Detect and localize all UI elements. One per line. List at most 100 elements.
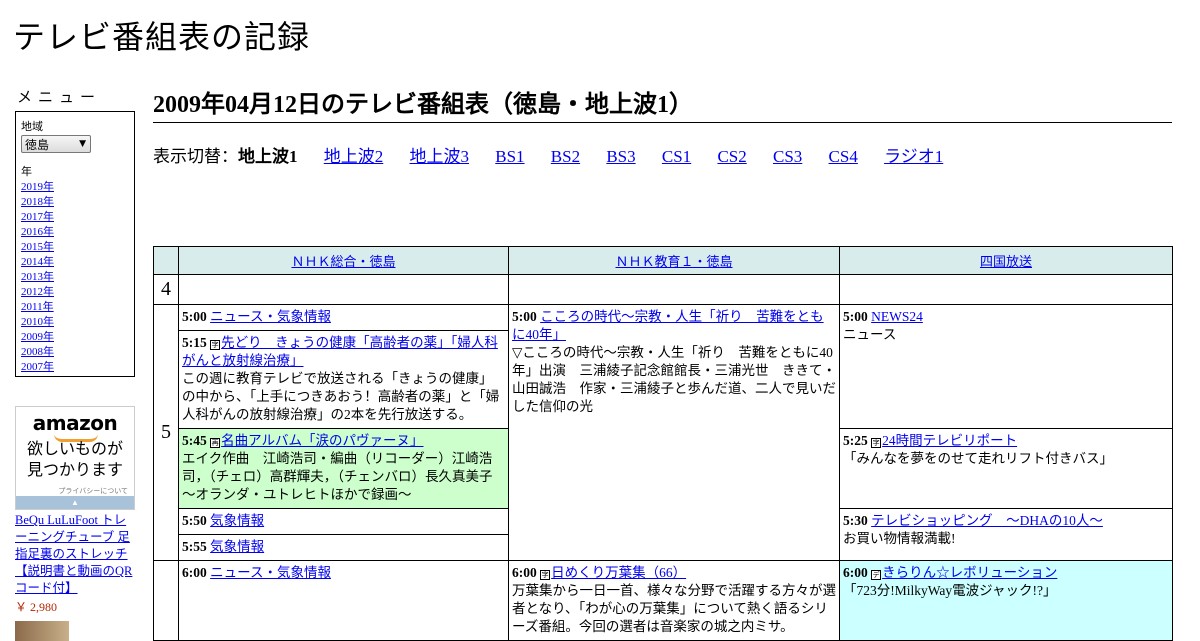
empty-slot bbox=[178, 274, 509, 305]
program-title-link[interactable]: こころの時代～宗教・人生「祈り 苦難をともに40年」 bbox=[512, 309, 824, 342]
year-link[interactable]: 2018年 bbox=[21, 196, 54, 208]
ad-product-image[interactable] bbox=[15, 621, 69, 641]
page-heading: 2009年04月12日のテレビ番組表（徳島・地上波1） bbox=[153, 80, 1172, 123]
channel-link[interactable]: ＮＨＫ教育１・徳島 bbox=[615, 254, 732, 269]
stereo-icon: 字 bbox=[540, 570, 551, 580]
year-link[interactable]: 2015年 bbox=[21, 241, 54, 253]
program-cell: 5:50 気象情報 bbox=[178, 508, 509, 535]
ad-tagline-line: 見つかります bbox=[26, 460, 123, 479]
year-item: 2019年 bbox=[21, 180, 129, 195]
program-title-link[interactable]: テレビショッピング ～DHAの10人～ bbox=[871, 513, 1103, 528]
ad-product-link[interactable]: BeQu LuLuFoot トレーニングチューブ 足指足裏のストレッチ【説明書と… bbox=[15, 513, 132, 595]
year-link[interactable]: 2009年 bbox=[21, 331, 54, 343]
year-link[interactable]: 2016年 bbox=[21, 226, 54, 238]
stereo-icon: 字 bbox=[871, 438, 882, 448]
year-item: 2017年 bbox=[21, 210, 129, 225]
program-title-link[interactable]: きらりん☆レボリューション bbox=[882, 565, 1057, 580]
program-description: 「723分!MilkyWay電波ジャック!?」 bbox=[843, 583, 1057, 598]
switch-link[interactable]: CS4 bbox=[829, 147, 858, 166]
program-title-link[interactable]: 気象情報 bbox=[210, 539, 264, 554]
switch-link[interactable]: CS2 bbox=[717, 147, 746, 166]
region-select[interactable]: 徳島 ▼ bbox=[21, 135, 91, 153]
ad-collapse-bar[interactable]: ▲ bbox=[16, 496, 134, 509]
switch-link[interactable]: BS2 bbox=[551, 147, 580, 166]
program-description: エイク作曲 江崎浩司・編曲（リコーダー）江崎浩司，（チェロ）高群輝夫，（チェンバ… bbox=[182, 451, 506, 502]
ad-product: BeQu LuLuFoot トレーニングチューブ 足指足裏のストレッチ【説明書と… bbox=[15, 512, 135, 597]
program-title-link[interactable]: 気象情報 bbox=[210, 513, 264, 528]
program-description: 「みんなを夢をのせて走れリフト付きバス」 bbox=[843, 451, 1113, 466]
region-label: 地域 bbox=[21, 120, 43, 133]
program-description: ▽こころの時代～宗教・人生「祈り 苦難をともに40年」出演 三浦綾子記念館館長・… bbox=[512, 345, 836, 414]
main-content: 2009年04月12日のテレビ番組表（徳島・地上波1） 表示切替：地上波1 地上… bbox=[153, 80, 1172, 167]
hour-label: 5 bbox=[153, 304, 179, 561]
year-link[interactable]: 2017年 bbox=[21, 211, 54, 223]
program-cell: 5:00 NEWS24 ニュース bbox=[839, 304, 1173, 429]
channel-link[interactable]: ＮＨＫ総合・徳島 bbox=[291, 254, 395, 269]
empty-slot bbox=[508, 274, 840, 305]
amazon-logo: amazon bbox=[32, 411, 118, 435]
program-time: 5:00 bbox=[843, 309, 868, 324]
program-grid: ＮＨＫ総合・徳島 ＮＨＫ教育１・徳島 四国放送 4 5 5:00 ニュース・気象… bbox=[153, 246, 1173, 641]
year-link[interactable]: 2011年 bbox=[21, 301, 54, 313]
switch-link[interactable]: ラジオ1 bbox=[884, 147, 943, 166]
program-time: 5:00 bbox=[182, 309, 207, 324]
channel-header: ＮＨＫ教育１・徳島 bbox=[508, 246, 840, 275]
program-time: 6:00 bbox=[512, 565, 537, 580]
program-cell: 5:00 ニュース・気象情報 bbox=[178, 304, 509, 331]
year-link[interactable]: 2010年 bbox=[21, 316, 54, 328]
channel-header: 四国放送 bbox=[839, 246, 1173, 275]
program-title-link[interactable]: 24時間テレビリポート bbox=[882, 433, 1017, 448]
program-cell: 5:55 気象情報 bbox=[178, 534, 509, 561]
ad-tagline-line: 欲しいものが bbox=[26, 439, 123, 458]
year-list: 2019年 2018年 2017年 2016年 2015年 2014年 2013… bbox=[21, 180, 129, 375]
program-cell: 6:00 字日めくり万葉集（66） 万葉集から一日一首、様々な分野で活躍する方々… bbox=[508, 560, 840, 641]
program-cell: 6:00 デきらりん☆レボリューション 「723分!MilkyWay電波ジャック… bbox=[839, 560, 1173, 641]
year-item: 2015年 bbox=[21, 240, 129, 255]
year-item: 2012年 bbox=[21, 285, 129, 300]
year-label: 年 bbox=[21, 165, 32, 178]
year-link[interactable]: 2012年 bbox=[21, 286, 54, 298]
chevron-up-icon: ▲ bbox=[71, 498, 79, 507]
year-link[interactable]: 2007年 bbox=[21, 361, 54, 373]
year-item: 2009年 bbox=[21, 330, 129, 345]
amazon-ad-banner[interactable]: amazon 欲しいものが 見つかります プライバシーについて ▲ bbox=[15, 406, 135, 510]
display-switcher: 表示切替：地上波1 地上波2 地上波3 BS1 BS2 BS3 CS1 CS2 … bbox=[153, 142, 1172, 167]
empty-slot bbox=[839, 274, 1173, 305]
switch-link[interactable]: 地上波3 bbox=[410, 147, 470, 166]
program-cell: 5:45 再名曲アルバム「涙のパヴァーヌ」 エイク作曲 江崎浩司・編曲（リコーダ… bbox=[178, 428, 509, 509]
year-item: 2010年 bbox=[21, 315, 129, 330]
ad-privacy-link[interactable]: プライバシーについて bbox=[58, 486, 128, 496]
program-title-link[interactable]: 日めくり万葉集（66） bbox=[551, 565, 686, 580]
year-link[interactable]: 2014年 bbox=[21, 256, 54, 268]
year-item: 2008年 bbox=[21, 345, 129, 360]
switch-link[interactable]: BS3 bbox=[606, 147, 635, 166]
program-cell: 6:00 ニュース・気象情報 bbox=[178, 560, 509, 641]
switch-link[interactable]: CS1 bbox=[662, 147, 691, 166]
program-description: 万葉集から一日一首、様々な分野で活躍する方々が選者となり、「わが心の万葉集」につ… bbox=[512, 583, 836, 634]
year-link[interactable]: 2008年 bbox=[21, 346, 54, 358]
program-title-link[interactable]: ニュース・気象情報 bbox=[210, 565, 331, 580]
year-item: 2013年 bbox=[21, 270, 129, 285]
program-time: 5:30 bbox=[843, 513, 868, 528]
program-time: 5:50 bbox=[182, 513, 207, 528]
switch-link[interactable]: 地上波2 bbox=[324, 147, 384, 166]
menu-box: 地域 徳島 ▼ 年 2019年 2018年 2017年 2016年 2015年 … bbox=[15, 111, 135, 377]
year-link[interactable]: 2013年 bbox=[21, 271, 54, 283]
program-description: お買い物情報満載! bbox=[843, 531, 956, 546]
switch-link[interactable]: CS3 bbox=[773, 147, 802, 166]
year-item: 2018年 bbox=[21, 195, 129, 210]
channel-link[interactable]: 四国放送 bbox=[980, 254, 1032, 269]
program-title-link[interactable]: 名曲アルバム「涙のパヴァーヌ」 bbox=[221, 433, 423, 448]
slot-row: 5 5:00 ニュース・気象情報 5:00 こころの時代～宗教・人生「祈り 苦難… bbox=[153, 304, 1173, 561]
program-cell: 5:15 字先どり きょうの健康「高齢者の薬」「婦人科がんと放射線治療」 この週… bbox=[178, 330, 509, 429]
program-time: 6:00 bbox=[843, 565, 868, 580]
switch-link[interactable]: BS1 bbox=[495, 147, 524, 166]
menu-title: メニュー bbox=[17, 88, 102, 106]
program-title-link[interactable]: 先どり きょうの健康「高齢者の薬」「婦人科がんと放射線治療」 bbox=[182, 335, 498, 368]
switch-current: 地上波1 bbox=[238, 147, 298, 166]
program-time: 5:45 bbox=[182, 433, 207, 448]
year-link[interactable]: 2019年 bbox=[21, 181, 54, 193]
program-title-link[interactable]: ニュース・気象情報 bbox=[210, 309, 331, 324]
program-cell: 5:00 こころの時代～宗教・人生「祈り 苦難をともに40年」 ▽こころの時代～… bbox=[508, 304, 840, 561]
program-title-link[interactable]: NEWS24 bbox=[871, 309, 923, 324]
